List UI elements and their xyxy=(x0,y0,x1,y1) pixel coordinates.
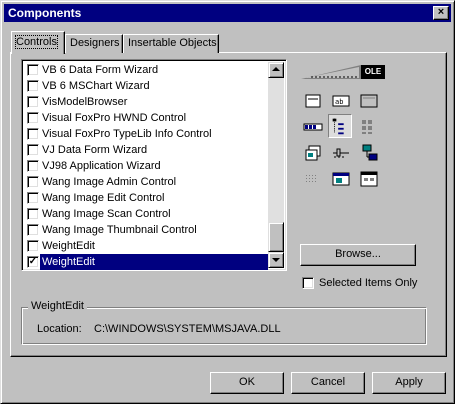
list-item[interactable]: VB 6 Data Form Wizard xyxy=(24,62,270,78)
apply-button[interactable]: Apply xyxy=(372,372,446,394)
list-item[interactable]: VB 6 MSChart Wizard xyxy=(24,78,270,94)
list-item[interactable]: ✓ WeightEdit xyxy=(24,254,270,270)
tab-designers-label: Designers xyxy=(70,37,120,49)
list-item[interactable]: Wang Image Scan Control xyxy=(24,206,270,222)
list-item[interactable]: VisModelBrowser xyxy=(24,94,270,110)
list-item[interactable]: Visual FoxPro HWND Control xyxy=(24,110,270,126)
cancel-button[interactable]: Cancel xyxy=(291,372,365,394)
item-checkbox[interactable] xyxy=(27,192,39,204)
scroll-down-button[interactable] xyxy=(268,252,284,268)
item-checkbox[interactable] xyxy=(27,144,39,156)
network-tool-icon xyxy=(362,144,378,161)
location-value: C:\WINDOWS\SYSTEM\MSJAVA.DLL xyxy=(94,323,281,335)
ok-button[interactable]: OK xyxy=(210,372,284,394)
list-item-label: Wang Image Edit Control xyxy=(42,192,165,204)
arrow-down-icon xyxy=(272,258,280,262)
item-checkbox[interactable] xyxy=(27,96,39,108)
progressbar-tool-icon xyxy=(303,123,323,131)
item-checkbox[interactable] xyxy=(27,128,39,140)
item-checkbox[interactable] xyxy=(27,224,39,236)
components-dialog: Components × Controls Designers Insertab… xyxy=(0,0,455,404)
title-bar: Components × xyxy=(4,4,451,22)
imagelist-tool-icon xyxy=(305,145,321,161)
components-list[interactable]: VB 6 Data Form Wizard VB 6 MSChart Wizard… xyxy=(21,59,287,271)
list-item[interactable]: VJ Data Form Wizard xyxy=(24,142,270,158)
animation-tool-icon xyxy=(332,172,350,186)
components-list-items: VB 6 Data Form Wizard VB 6 MSChart Wizard… xyxy=(24,62,270,270)
textbox-tool-icon: ab xyxy=(332,95,350,107)
slider-tool-icon xyxy=(333,148,349,158)
browse-button-label: Browse... xyxy=(335,248,381,260)
list-item-label: WeightEdit xyxy=(40,254,268,270)
item-checkbox[interactable] xyxy=(27,208,39,220)
list-item[interactable]: Wang Image Edit Control xyxy=(24,190,270,206)
svg-text:ab: ab xyxy=(335,98,343,106)
item-checkbox[interactable] xyxy=(27,64,39,76)
list-item-label: VB 6 Data Form Wizard xyxy=(42,64,159,76)
treeview-tool-selected xyxy=(328,114,352,138)
selected-items-only-label[interactable]: Selected Items Only xyxy=(319,277,417,289)
item-checkbox[interactable] xyxy=(27,160,39,172)
scroll-up-button[interactable] xyxy=(268,62,284,78)
item-checkbox[interactable] xyxy=(27,240,39,252)
tab-designers[interactable]: Designers xyxy=(65,34,123,53)
list-item-label: VJ98 Application Wizard xyxy=(42,160,161,172)
item-checkbox[interactable]: ✓ xyxy=(27,256,39,268)
tab-insertable-objects-label: Insertable Objects xyxy=(128,37,217,49)
list-item-label: VB 6 MSChart Wizard xyxy=(42,80,150,92)
list-item-label: Visual FoxPro HWND Control xyxy=(42,112,187,124)
selected-items-only-checkbox[interactable] xyxy=(302,277,314,289)
location-label: Location: xyxy=(37,323,82,335)
treeview-tool-icon xyxy=(332,118,344,135)
tab-controls[interactable]: Controls xyxy=(11,31,65,54)
browse-button[interactable]: Browse... xyxy=(300,244,416,266)
ok-button-label: OK xyxy=(239,376,255,388)
item-checkbox[interactable] xyxy=(27,80,39,92)
scroll-thumb[interactable] xyxy=(268,222,284,252)
toolbox-wedge-icon xyxy=(301,65,361,79)
listview-tool-icon xyxy=(362,120,372,134)
list-item[interactable]: WeightEdit xyxy=(24,238,270,254)
tab-insertable-objects[interactable]: Insertable Objects xyxy=(123,34,219,53)
label-tool-icon xyxy=(305,94,321,108)
list-item-label: Wang Image Thumbnail Control xyxy=(42,224,197,236)
cancel-button-label: Cancel xyxy=(310,376,346,388)
item-checkbox[interactable] xyxy=(27,112,39,124)
item-checkbox[interactable] xyxy=(27,176,39,188)
list-item[interactable]: Visual FoxPro TypeLib Info Control xyxy=(24,126,270,142)
list-item-label: WeightEdit xyxy=(42,240,95,252)
list-item-label: Visual FoxPro TypeLib Info Control xyxy=(42,128,212,140)
list-item-label: Wang Image Scan Control xyxy=(42,208,171,220)
vertical-scrollbar[interactable] xyxy=(268,62,284,268)
tab-controls-label: Controls xyxy=(15,35,58,49)
list-item-label: Wang Image Admin Control xyxy=(42,176,177,188)
list-item-label: VisModelBrowser xyxy=(42,96,128,108)
close-button[interactable]: × xyxy=(433,6,449,20)
list-item-label: VJ Data Form Wizard xyxy=(42,144,148,156)
control-preview-toolbox: OLE ab xyxy=(301,65,391,197)
arrow-up-icon xyxy=(272,67,280,71)
close-icon: × xyxy=(437,6,445,18)
frame-tool-icon xyxy=(360,94,378,108)
dialog-tool-icon xyxy=(360,171,378,187)
list-item[interactable]: VJ98 Application Wizard xyxy=(24,158,270,174)
window-title: Components xyxy=(8,6,82,20)
grid-dots-tool-icon xyxy=(306,175,316,182)
ole-icon: OLE xyxy=(361,65,385,79)
list-item[interactable]: Wang Image Admin Control xyxy=(24,174,270,190)
apply-button-label: Apply xyxy=(395,376,423,388)
details-group-title: WeightEdit xyxy=(28,300,87,312)
list-item[interactable]: Wang Image Thumbnail Control xyxy=(24,222,270,238)
